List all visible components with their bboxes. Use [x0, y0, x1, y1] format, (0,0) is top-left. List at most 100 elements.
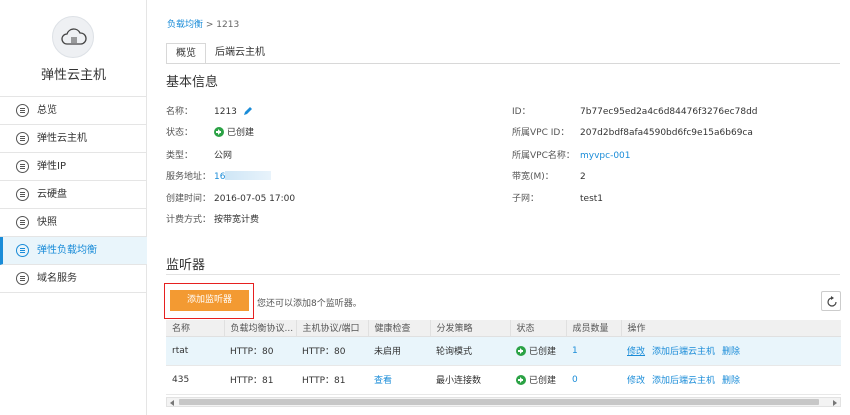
cell-host-protocol: HTTP：81 [296, 365, 368, 395]
table-row[interactable]: rtat HTTP：80 HTTP：80 未启用 轮询模式 已创建 1 修改 添加… [166, 336, 841, 366]
cell-members[interactable]: 1 [566, 336, 621, 366]
info-created-time: 创建时间： 2016-07-05 17:00 [166, 191, 295, 204]
sidebar: 弹性云主机 总览 弹性云主机 弹性IP 云硬盘 快照 弹性负载均衡 域名服务 [0, 0, 147, 415]
column-header-status: 状态 [510, 320, 567, 337]
sidebar-item-snapshot[interactable]: 快照 [0, 209, 147, 237]
edit-pencil-icon[interactable] [243, 106, 253, 116]
breadcrumb-separator: > [203, 20, 217, 30]
overview-icon [16, 104, 29, 117]
delete-link[interactable]: 删除 [722, 347, 740, 357]
cell-members[interactable]: 0 [566, 365, 621, 395]
sidebar-item-ecs[interactable]: 弹性云主机 [0, 125, 147, 153]
tab-bar: 概览 后端云主机 [166, 43, 274, 64]
edit-link[interactable]: 修改 [627, 376, 645, 386]
sidebar-item-overview[interactable]: 总览 [0, 97, 147, 125]
health-view-link[interactable]: 查看 [368, 365, 430, 395]
edit-link[interactable]: 修改 [627, 347, 645, 357]
info-label: 子网： [512, 194, 540, 204]
add-backend-link[interactable]: 添加后端云主机 [652, 376, 715, 386]
info-vpc-id: 所属VPC ID： 207d2bdf8afa4590bd6fc9e15a6b69c… [512, 125, 753, 138]
sidebar-item-disk[interactable]: 云硬盘 [0, 181, 147, 209]
listener-quota-hint: 您还可以添加8个监听器。 [257, 299, 362, 309]
sidebar-menu: 总览 弹性云主机 弹性IP 云硬盘 快照 弹性负载均衡 域名服务 [0, 96, 147, 293]
info-label: 状态： [166, 128, 194, 138]
load-balancer-icon [16, 244, 29, 257]
info-value: test1 [580, 194, 604, 204]
info-label: 服务地址： [166, 172, 212, 182]
breadcrumb: 负载均衡 > 1213 [167, 17, 239, 30]
info-value: 16 [214, 172, 226, 182]
column-header-members: 成员数量 [566, 320, 622, 337]
info-value: 按带宽计费 [214, 215, 260, 225]
sidebar-title: 弹性云主机 [40, 68, 106, 83]
cell-name: rtat [166, 336, 224, 366]
info-value: 公网 [214, 151, 233, 161]
cell-lb-protocol: HTTP：80 [224, 336, 296, 366]
listener-title: 监听器 [166, 258, 206, 273]
table-header-row: 名称 负载均衡协议... 主机协议/端口 健康检查 分发策略 状态 成员数量 操… [166, 320, 841, 337]
column-header-host-protocol: 主机协议/端口 [296, 320, 369, 337]
column-header-policy: 分发策略 [430, 320, 511, 337]
cell-host-protocol: HTTP：80 [296, 336, 368, 366]
info-value: 2016-07-05 17:00 [214, 194, 296, 204]
cell-name: 435 [166, 365, 224, 395]
info-vpc-name: 所属VPC名称： myvpc-001 [512, 148, 631, 161]
sidebar-item-dns[interactable]: 域名服务 [0, 265, 147, 293]
info-label: 名称： [166, 107, 194, 117]
server-icon [16, 132, 29, 145]
info-label: 带宽(M)： [512, 172, 554, 182]
cell-status: 已创建 [510, 365, 566, 395]
cell-status: 已创建 [510, 336, 566, 366]
breadcrumb-parent-link[interactable]: 负载均衡 [167, 20, 203, 30]
add-backend-link[interactable]: 添加后端云主机 [652, 347, 715, 357]
column-header-health: 健康检查 [368, 320, 431, 337]
scroll-left-icon[interactable] [170, 400, 174, 406]
status-text: 已创建 [529, 376, 557, 386]
column-header-actions: 操作 [621, 320, 841, 337]
scroll-right-icon[interactable] [833, 400, 837, 406]
cell-policy: 轮询模式 [430, 336, 510, 366]
cloud-server-logo-icon [52, 16, 94, 58]
listener-table: 名称 负载均衡协议... 主机协议/端口 健康检查 分发策略 状态 成员数量 操… [166, 320, 841, 395]
delete-link[interactable]: 删除 [722, 376, 740, 386]
sidebar-item-eip[interactable]: 弹性IP [0, 153, 147, 181]
scrollbar-thumb[interactable] [179, 399, 819, 405]
info-label: 计费方式： [166, 215, 212, 225]
info-state: 状态： 已创建 [166, 125, 254, 138]
tab-overview[interactable]: 概览 [166, 43, 206, 64]
section-divider [166, 274, 840, 275]
cell-actions: 修改 添加后端云主机 删除 [621, 336, 841, 366]
basic-info-title: 基本信息 [166, 75, 219, 90]
table-row[interactable]: 435 HTTP：81 HTTP：81 查看 最小连接数 已创建 0 修改 添加后… [166, 365, 841, 395]
sidebar-item-label: 快照 [37, 217, 57, 228]
vpc-name-link[interactable]: myvpc-001 [580, 151, 631, 161]
refresh-icon [827, 296, 837, 307]
refresh-button[interactable] [821, 291, 841, 311]
info-type: 类型： 公网 [166, 148, 232, 161]
status-ok-icon [516, 375, 526, 385]
info-name: 名称： 1213 [166, 104, 253, 117]
info-value: 207d2bdf8afa4590bd6fc9e15a6b69ca [580, 128, 753, 138]
info-label: ID： [512, 107, 531, 117]
sidebar-item-elb[interactable]: 弹性负载均衡 [0, 237, 147, 265]
sidebar-item-label: 弹性云主机 [37, 133, 87, 144]
masked-address [225, 171, 272, 180]
info-value: 1213 [214, 107, 237, 117]
info-value: 7b77ec95ed2a4c6d84476f3276ec78dd [580, 107, 758, 117]
sidebar-item-label: 弹性IP [37, 161, 66, 172]
sidebar-item-label: 域名服务 [37, 273, 77, 284]
status-ok-icon [516, 346, 526, 356]
cell-policy: 最小连接数 [430, 365, 510, 395]
info-billing: 计费方式： 按带宽计费 [166, 212, 259, 225]
dns-icon [16, 272, 29, 285]
main-content: 负载均衡 > 1213 概览 后端云主机 基本信息 名称： 1213 状态： 已创建… [147, 0, 850, 415]
column-header-name: 名称 [166, 320, 225, 337]
status-ok-icon [214, 127, 224, 137]
horizontal-scrollbar[interactable] [166, 397, 841, 407]
tab-backend-servers[interactable]: 后端云主机 [206, 43, 274, 64]
info-label: 类型： [166, 151, 194, 161]
cell-actions: 修改 添加后端云主机 删除 [621, 365, 841, 395]
column-header-lb-protocol: 负载均衡协议... [224, 320, 297, 337]
info-value: 已创建 [227, 128, 255, 138]
add-listener-button[interactable]: 添加监听器 [170, 290, 249, 311]
